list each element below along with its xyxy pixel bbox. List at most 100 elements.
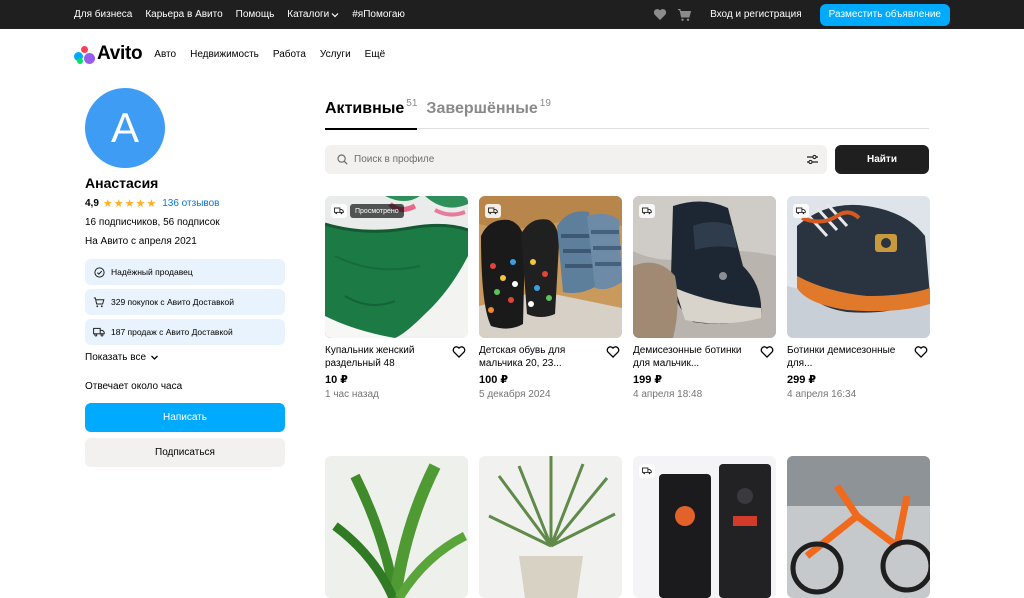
- nav-item-more[interactable]: Ещё: [365, 49, 385, 60]
- avatar: А: [85, 88, 165, 168]
- listing-image[interactable]: [325, 456, 468, 598]
- heart-icon[interactable]: [760, 345, 774, 359]
- listing-title[interactable]: Детская обувь для мальчика 20, 23...: [479, 344, 597, 370]
- delivery-icon: [793, 204, 809, 218]
- subscribers-count[interactable]: 16 подписчиков, 56 подписок: [85, 217, 285, 228]
- logo-dots-icon: [74, 44, 95, 64]
- tab-label: Активные: [325, 100, 405, 117]
- listing-date: 5 декабря 2024: [479, 389, 551, 400]
- search-box: [325, 145, 827, 174]
- link-help[interactable]: Помощь: [236, 9, 275, 20]
- rating-stars-icon: ★★★★★: [102, 198, 158, 210]
- member-since: На Авито с апреля 2021: [85, 236, 197, 247]
- heart-icon[interactable]: [606, 345, 620, 359]
- show-all-toggle[interactable]: Показать все: [85, 352, 285, 363]
- listing-title[interactable]: Ботинки демисезонные для...: [787, 344, 905, 370]
- listing-tabs: Активные 51 Завершённые 19: [325, 96, 929, 130]
- post-ad-button[interactable]: Разместить объявление: [819, 3, 950, 26]
- listing-price: 299 ₽: [787, 374, 817, 386]
- logo-text: Avito: [97, 43, 143, 64]
- category-nav: Авто Недвижимость Работа Услуги Ещё: [154, 49, 385, 60]
- listing-price: 10 ₽: [325, 374, 348, 386]
- listing-image[interactable]: [633, 196, 776, 338]
- listing-card[interactable]: [325, 456, 468, 598]
- listing-date: 4 апреля 16:34: [787, 389, 857, 400]
- profile-name: Анастасия: [85, 175, 159, 191]
- nav-item-jobs[interactable]: Работа: [273, 49, 306, 60]
- link-career[interactable]: Карьера в Авито: [145, 9, 222, 20]
- listing-image[interactable]: [479, 456, 622, 598]
- link-business[interactable]: Для бизнеса: [74, 9, 132, 20]
- badge-sales[interactable]: 187 продаж с Авито Доставкой: [85, 319, 285, 345]
- search-input[interactable]: [354, 154, 794, 165]
- listing-card[interactable]: Просмотрено Купальник женский раздельный…: [325, 196, 468, 400]
- login-link[interactable]: Вход и регистрация: [710, 9, 802, 20]
- heart-icon[interactable]: [452, 345, 466, 359]
- listing-image[interactable]: Просмотрено: [325, 196, 468, 338]
- badge-label: 187 продаж с Авито Доставкой: [111, 327, 233, 337]
- nav-item-realty[interactable]: Недвижимость: [190, 49, 259, 60]
- search-row: Найти: [325, 145, 929, 174]
- truck-icon: [93, 326, 105, 338]
- profile-sidebar: А Анастасия 4,9 ★★★★★ 136 отзывов 16 под…: [85, 88, 285, 467]
- link-catalogs-label: Каталоги: [287, 9, 330, 20]
- reviews-link[interactable]: 136 отзывов: [162, 198, 219, 209]
- badge-label: 329 покупок с Авито Доставкой: [111, 297, 234, 307]
- listing-card[interactable]: [787, 456, 930, 598]
- delivery-icon: [639, 464, 655, 478]
- show-all-label: Показать все: [85, 352, 147, 363]
- delivery-icon: [331, 204, 347, 218]
- listings-section: Активные51 Завершённые19 Найти: [325, 96, 930, 598]
- cart-icon: [93, 296, 105, 308]
- nav-item-auto[interactable]: Авто: [154, 49, 176, 60]
- badge-label: Надёжный продавец: [111, 267, 193, 277]
- cart-icon[interactable]: [676, 7, 692, 23]
- viewed-badge: Просмотрено: [350, 204, 404, 218]
- listing-date: 4 апреля 18:48: [633, 389, 703, 400]
- chevron-down-icon: [331, 12, 339, 17]
- link-catalogs[interactable]: Каталоги: [287, 9, 339, 20]
- subscribe-button[interactable]: Подписаться: [85, 438, 285, 467]
- shield-check-icon: [93, 266, 105, 278]
- listing-image[interactable]: [633, 456, 776, 598]
- listing-title[interactable]: Купальник женский раздельный 48: [325, 344, 443, 370]
- tab-label: Завершённые: [426, 100, 538, 117]
- main-nav: Avito Авто Недвижимость Работа Услуги Ещ…: [74, 40, 385, 68]
- listing-date: 1 час назад: [325, 389, 379, 400]
- seller-badges: Надёжный продавец 329 покупок с Авито До…: [85, 259, 285, 345]
- listing-price: 100 ₽: [479, 374, 509, 386]
- heart-icon[interactable]: [914, 345, 928, 359]
- listing-card[interactable]: Ботинки демисезонные для... 299 ₽ 4 апре…: [787, 196, 930, 400]
- heart-icon[interactable]: [652, 7, 668, 23]
- chevron-down-icon: [151, 355, 159, 360]
- filter-icon[interactable]: [806, 153, 819, 166]
- rating-score: 4,9: [85, 198, 99, 209]
- tab-count: 51: [406, 98, 418, 109]
- search-icon: [337, 154, 348, 165]
- find-button[interactable]: Найти: [835, 145, 929, 174]
- listing-image[interactable]: [787, 456, 930, 598]
- listing-card[interactable]: [633, 456, 776, 598]
- tab-count: 19: [539, 98, 551, 109]
- avito-logo[interactable]: Avito: [74, 43, 143, 65]
- tab-completed[interactable]: Завершённые 19: [426, 96, 550, 129]
- nav-item-services[interactable]: Услуги: [320, 49, 351, 60]
- listing-card[interactable]: Детская обувь для мальчика 20, 23... 100…: [479, 196, 622, 400]
- reply-time: Отвечает около часа: [85, 381, 183, 392]
- top-links: Для бизнеса Карьера в Авито Помощь Катал…: [74, 0, 405, 29]
- link-ihelp[interactable]: #яПомогаю: [352, 9, 405, 20]
- listing-title[interactable]: Демисезонные ботинки для мальчик...: [633, 344, 751, 370]
- badge-purchases[interactable]: 329 покупок с Авито Доставкой: [85, 289, 285, 315]
- profile-rating: 4,9 ★★★★★ 136 отзывов: [85, 197, 285, 210]
- top-bar: Для бизнеса Карьера в Авито Помощь Катал…: [0, 0, 1024, 29]
- delivery-icon: [485, 204, 501, 218]
- write-button[interactable]: Написать: [85, 403, 285, 432]
- top-actions: Вход и регистрация Разместить объявление: [652, 0, 950, 29]
- tab-active[interactable]: Активные 51: [325, 96, 418, 130]
- listing-image[interactable]: [787, 196, 930, 338]
- listing-image[interactable]: [479, 196, 622, 338]
- listing-card[interactable]: Демисезонные ботинки для мальчик... 199 …: [633, 196, 776, 400]
- listing-price: 199 ₽: [633, 374, 663, 386]
- badge-reliable[interactable]: Надёжный продавец: [85, 259, 285, 285]
- listing-card[interactable]: [479, 456, 622, 598]
